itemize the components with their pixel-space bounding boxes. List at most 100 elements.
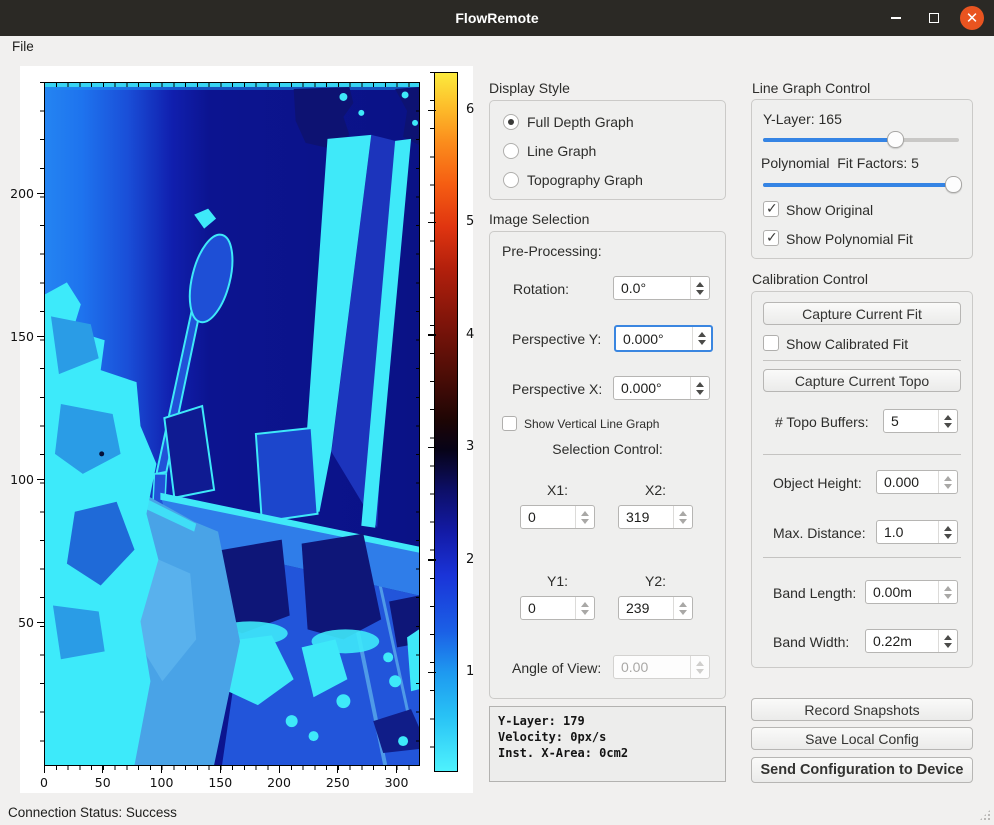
object-height-spinbox[interactable]: 0.000 bbox=[876, 470, 958, 494]
poly-fit-slider-track[interactable] bbox=[763, 183, 959, 187]
perspective-y-value: 0.000° bbox=[616, 331, 692, 347]
preprocessing-label: Pre-Processing: bbox=[502, 243, 602, 259]
rotation-label: Rotation: bbox=[513, 281, 569, 297]
figure-canvas: 05010015020025030050100150200123456 bbox=[20, 66, 473, 793]
radio-topography-graph[interactable] bbox=[503, 172, 519, 188]
y-tick-mark bbox=[37, 622, 44, 623]
y1-spinner-arrows[interactable] bbox=[575, 597, 594, 619]
calibration-divider-1 bbox=[763, 360, 961, 361]
topo-buffers-spinbox[interactable]: 5 bbox=[883, 409, 958, 433]
save-local-config-button[interactable]: Save Local Config bbox=[751, 727, 973, 750]
colorbar-tick-label: 5 bbox=[466, 214, 474, 229]
radio-line-graph[interactable] bbox=[503, 143, 519, 159]
y-tick-label: 200 bbox=[10, 186, 34, 201]
colorbar-tick-mark bbox=[428, 672, 436, 674]
colorbar-tick-mark bbox=[428, 334, 436, 336]
close-button[interactable]: ✕ bbox=[960, 6, 984, 30]
plot-area bbox=[44, 82, 420, 766]
y-layer-slider[interactable] bbox=[763, 131, 959, 149]
max-distance-value: 1.0 bbox=[877, 524, 938, 540]
menu-file[interactable]: File bbox=[0, 36, 46, 57]
send-configuration-button[interactable]: Send Configuration to Device bbox=[751, 757, 973, 783]
depth-image bbox=[45, 83, 419, 765]
y-layer-slider-track[interactable] bbox=[763, 138, 959, 142]
readout-line-xarea: Inst. X-Area: 0cm2 bbox=[498, 745, 717, 761]
rotation-spinbox[interactable]: 0.0° bbox=[613, 276, 710, 300]
radio-line-graph-label: Line Graph bbox=[527, 143, 596, 159]
image-selection-title: Image Selection bbox=[489, 211, 589, 227]
x-tick-label: 100 bbox=[147, 775, 177, 790]
max-distance-spinner-arrows[interactable] bbox=[938, 521, 957, 543]
perspective-x-spinbox[interactable]: 0.000° bbox=[613, 376, 710, 400]
minimize-button[interactable] bbox=[884, 6, 908, 30]
x1-spinbox[interactable]: 0 bbox=[520, 505, 595, 529]
band-length-label: Band Length: bbox=[773, 585, 856, 601]
topo-buffers-spinner-arrows[interactable] bbox=[938, 410, 957, 432]
x1-spinner-arrows[interactable] bbox=[575, 506, 594, 528]
poly-fit-slider-label: Polynomial Fit Factors: 5 bbox=[761, 155, 919, 171]
y-axis-minor-ticks-right bbox=[416, 82, 420, 766]
x2-spinbox[interactable]: 319 bbox=[618, 505, 693, 529]
max-distance-spinbox[interactable]: 1.0 bbox=[876, 520, 958, 544]
colorbar-tick-mark bbox=[428, 110, 436, 112]
y-tick-label: 100 bbox=[10, 472, 34, 487]
band-length-spinner-arrows[interactable] bbox=[938, 581, 957, 603]
show-vertical-line-graph-checkbox[interactable] bbox=[502, 416, 517, 431]
x2-value: 319 bbox=[619, 509, 673, 525]
x2-spinner-arrows[interactable] bbox=[673, 506, 692, 528]
band-width-spinbox[interactable]: 0.22m bbox=[865, 629, 958, 653]
selection-control-label: Selection Control: bbox=[489, 441, 726, 457]
readout-line-velocity: Velocity: 0px/s bbox=[498, 729, 717, 745]
rotation-spinner-arrows[interactable] bbox=[690, 277, 709, 299]
poly-fit-slider-handle[interactable] bbox=[945, 176, 962, 193]
perspective-y-spinner-arrows[interactable] bbox=[692, 327, 711, 350]
x-tick-label: 150 bbox=[205, 775, 235, 790]
x-tick-mark bbox=[396, 766, 397, 773]
capture-current-fit-button[interactable]: Capture Current Fit bbox=[763, 302, 961, 325]
calibration-divider-2 bbox=[763, 454, 961, 455]
angle-of-view-spinbox: 0.00 bbox=[613, 655, 710, 679]
maximize-button[interactable] bbox=[922, 6, 946, 30]
band-width-label: Band Width: bbox=[773, 634, 849, 650]
angle-of-view-value: 0.00 bbox=[614, 659, 690, 675]
x-tick-label: 300 bbox=[382, 775, 412, 790]
show-polynomial-fit-label: Show Polynomial Fit bbox=[786, 231, 913, 247]
object-height-spinner-arrows[interactable] bbox=[938, 471, 957, 493]
record-snapshots-button[interactable]: Record Snapshots bbox=[751, 698, 973, 721]
object-height-label: Object Height: bbox=[773, 475, 862, 491]
show-original-checkbox[interactable] bbox=[763, 201, 779, 217]
capture-current-topo-button[interactable]: Capture Current Topo bbox=[763, 369, 961, 392]
y-tick-label: 50 bbox=[10, 615, 34, 630]
y2-spinner-arrows[interactable] bbox=[673, 597, 692, 619]
show-polynomial-fit-checkbox[interactable] bbox=[763, 230, 779, 246]
colorbar-minor-ticks bbox=[430, 72, 434, 772]
x-tick-mark bbox=[220, 766, 221, 773]
x-tick-mark bbox=[279, 766, 280, 773]
x-axis-minor-ticks bbox=[44, 766, 420, 770]
y-layer-slider-handle[interactable] bbox=[887, 131, 904, 148]
colorbar-tick-label: 6 bbox=[466, 102, 474, 117]
x-tick-label: 250 bbox=[323, 775, 353, 790]
band-width-spinner-arrows[interactable] bbox=[938, 630, 957, 652]
x-axis-minor-ticks-top bbox=[44, 83, 420, 87]
readout-line-ylayer: Y-Layer: 179 bbox=[498, 713, 717, 729]
radio-full-depth-graph[interactable] bbox=[503, 114, 519, 130]
show-vertical-line-graph-label: Show Vertical Line Graph bbox=[524, 417, 659, 431]
band-length-spinbox[interactable]: 0.00m bbox=[865, 580, 958, 604]
perspective-y-spinbox[interactable]: 0.000° bbox=[614, 325, 713, 352]
calibration-control-title: Calibration Control bbox=[752, 271, 868, 287]
minimize-icon bbox=[891, 17, 901, 19]
poly-fit-slider[interactable] bbox=[763, 176, 959, 194]
y1-spinbox[interactable]: 0 bbox=[520, 596, 595, 620]
max-distance-label: Max. Distance: bbox=[773, 525, 866, 541]
colorbar-tick-mark bbox=[428, 222, 436, 224]
y-tick-mark bbox=[37, 193, 44, 194]
show-calibrated-fit-checkbox[interactable] bbox=[763, 335, 779, 351]
show-original-label: Show Original bbox=[786, 202, 873, 218]
x2-label: X2: bbox=[618, 482, 693, 498]
perspective-x-value: 0.000° bbox=[614, 380, 690, 396]
connection-status-text: Connection Status: Success bbox=[8, 805, 177, 820]
perspective-x-spinner-arrows[interactable] bbox=[690, 377, 709, 399]
x-tick-label: 0 bbox=[29, 775, 59, 790]
y2-spinbox[interactable]: 239 bbox=[618, 596, 693, 620]
